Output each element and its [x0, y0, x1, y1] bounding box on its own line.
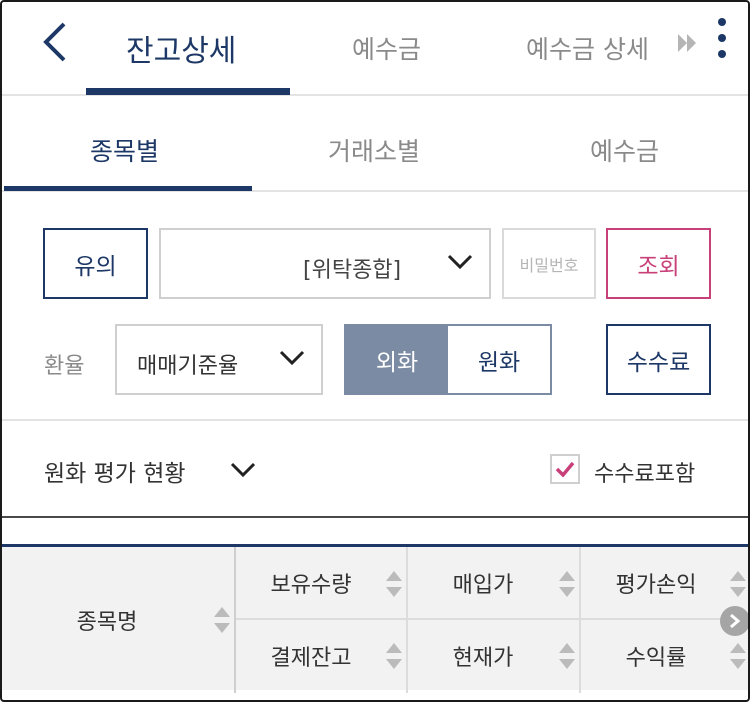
sort-icon[interactable] [386, 643, 402, 669]
header-valuation-pl[interactable]: 평가손익 [581, 547, 731, 618]
include-fee-label: 수수료포함 [594, 462, 696, 487]
password-field[interactable]: 비밀번호 [502, 228, 596, 299]
section-divider-dark [2, 516, 748, 518]
tab-balance-detail[interactable]: 잔고상세 [126, 26, 236, 70]
tab-deposit-detail[interactable]: 예수금 상세 [526, 30, 649, 66]
back-arrow-icon[interactable] [38, 20, 74, 64]
sort-icon[interactable] [730, 643, 746, 669]
top-tab-bar: 잔고상세 예수금 예수금 상세 [2, 2, 748, 96]
chevron-down-icon [447, 254, 473, 270]
app-frame: 잔고상세 예수금 예수금 상세 종목별 거래소별 예수금 유의 [위탁종합] 비… [0, 0, 750, 702]
currency-toggle: 외화 원화 [344, 324, 552, 395]
subtab-by-exchange[interactable]: 거래소별 [328, 132, 420, 168]
won-currency-option[interactable]: 원화 [448, 326, 550, 393]
fee-button[interactable]: 수수료 [606, 324, 711, 395]
active-subtab-indicator [4, 186, 252, 191]
more-menu-icon[interactable] [716, 18, 728, 66]
header-item-name[interactable]: 종목명 [2, 547, 212, 693]
account-select[interactable]: [위탁종합] [159, 228, 491, 299]
foreign-currency-option[interactable]: 외화 [346, 326, 448, 393]
active-tab-indicator [86, 88, 290, 95]
header-purchase-price[interactable]: 매입가 [408, 547, 558, 618]
sort-icon[interactable] [559, 571, 575, 597]
notice-button[interactable]: 유의 [43, 228, 148, 299]
chevron-down-icon [279, 350, 305, 366]
header-settlement-balance[interactable]: 결제잔고 [236, 620, 386, 691]
chevron-right-icon [730, 613, 741, 629]
header-holding-qty[interactable]: 보유수량 [236, 547, 386, 618]
tab-deposit[interactable]: 예수금 [352, 30, 421, 66]
holdings-table-header: 종목명 보유수량 매입가 평가손익 결제잔고 현재가 수익률 [2, 544, 748, 693]
section-divider [2, 419, 748, 421]
header-current-price[interactable]: 현재가 [408, 620, 558, 691]
double-chevron-right-icon[interactable] [678, 34, 698, 52]
checkmark-icon [555, 461, 575, 477]
chevron-down-icon[interactable] [230, 462, 256, 478]
query-button[interactable]: 조회 [606, 228, 711, 299]
won-valuation-toggle[interactable]: 원화 평가 현황 [44, 454, 186, 488]
exchange-rate-label: 환율 [44, 354, 85, 379]
account-value: [위탁종합] [303, 258, 402, 283]
rate-basis-value: 매매기준율 [137, 354, 239, 379]
header-return-rate[interactable]: 수익률 [581, 620, 731, 691]
sort-icon[interactable] [386, 571, 402, 597]
scroll-next-button[interactable] [720, 606, 748, 636]
sub-tab-bar: 종목별 거래소별 예수금 [2, 98, 748, 192]
sort-icon[interactable] [559, 643, 575, 669]
subtab-by-item[interactable]: 종목별 [90, 132, 159, 168]
sort-icon[interactable] [730, 571, 746, 597]
subtab-deposit[interactable]: 예수금 [590, 132, 659, 168]
include-fee-checkbox[interactable] [550, 454, 580, 484]
sort-icon[interactable] [214, 607, 230, 633]
rate-basis-select[interactable]: 매매기준율 [115, 324, 323, 395]
